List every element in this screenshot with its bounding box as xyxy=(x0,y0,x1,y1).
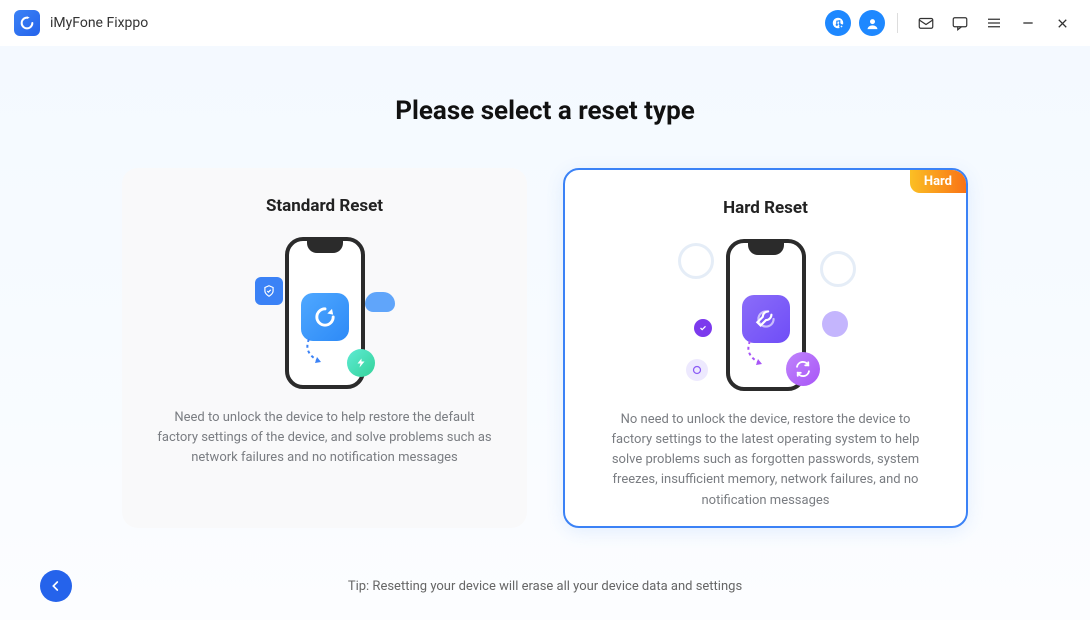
back-button[interactable] xyxy=(40,570,72,602)
hard-reset-card[interactable]: Hard Hard Reset xyxy=(563,168,968,528)
feedback-icon[interactable] xyxy=(946,9,974,37)
shield-icon xyxy=(255,277,283,305)
itunes-tool-icon[interactable] xyxy=(825,10,851,36)
close-button[interactable] xyxy=(1048,9,1076,37)
footer-tip: Tip: Resetting your device will erase al… xyxy=(0,579,1090,594)
main-content: Please select a reset type Standard Rese… xyxy=(0,46,1090,620)
account-icon[interactable] xyxy=(859,10,885,36)
titlebar: iMyFone Fixppo xyxy=(0,0,1090,46)
gear-icon xyxy=(820,251,856,287)
reset-app-icon xyxy=(301,293,349,341)
standard-reset-description: Need to unlock the device to help restor… xyxy=(148,408,501,468)
decorative-dot xyxy=(822,311,848,337)
swap-circle-icon xyxy=(786,352,820,386)
app-title: iMyFone Fixppo xyxy=(50,15,148,31)
hard-reset-title: Hard Reset xyxy=(591,198,940,218)
bolt-circle-icon xyxy=(347,349,375,377)
tool-app-icon xyxy=(742,295,790,343)
mail-icon[interactable] xyxy=(912,9,940,37)
page-title: Please select a reset type xyxy=(0,46,1090,126)
check-circle-icon xyxy=(694,319,712,337)
hard-reset-description: No need to unlock the device, restore th… xyxy=(591,410,940,511)
minimize-button[interactable] xyxy=(1014,9,1042,37)
hard-reset-illustration xyxy=(591,230,940,400)
app-logo-icon xyxy=(14,10,40,36)
standard-reset-illustration xyxy=(148,228,501,398)
titlebar-separator xyxy=(897,13,898,33)
hard-badge: Hard xyxy=(910,170,966,193)
standard-reset-card[interactable]: Standard Reset xyxy=(122,168,527,528)
sync-circle-icon xyxy=(686,359,708,381)
gear-icon xyxy=(678,243,714,279)
swirl-arrow-icon xyxy=(303,337,327,367)
reset-type-cards: Standard Reset xyxy=(0,168,1090,528)
cloud-icon xyxy=(365,292,395,312)
swirl-arrow-icon xyxy=(744,339,768,369)
menu-icon[interactable] xyxy=(980,9,1008,37)
standard-reset-title: Standard Reset xyxy=(148,196,501,216)
